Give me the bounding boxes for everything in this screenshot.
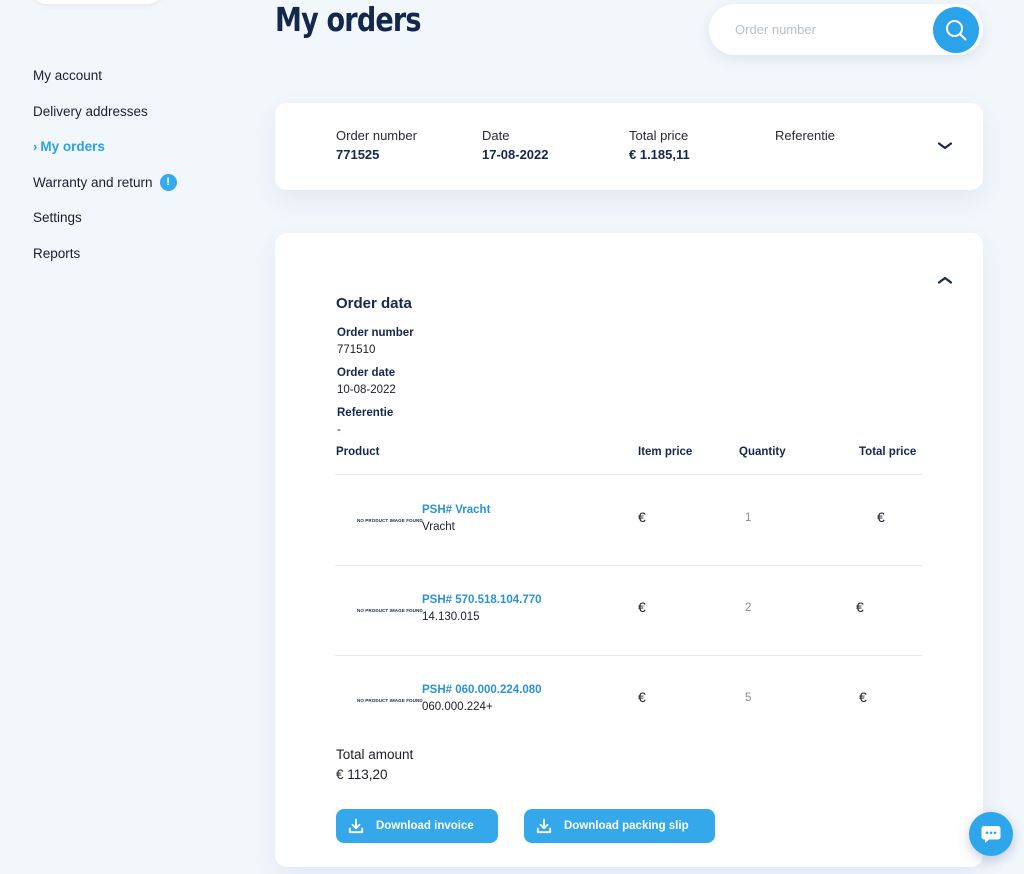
chevron-down-icon[interactable] xyxy=(937,141,953,151)
order-number-value: 771525 xyxy=(336,147,380,162)
referentie-label: Referentie xyxy=(337,407,394,419)
referentie-value: - xyxy=(337,424,341,436)
order-number-search-input[interactable] xyxy=(735,18,925,40)
order-number-label: Order number xyxy=(336,128,417,143)
column-header-total-price: Total price xyxy=(859,446,917,458)
download-invoice-button[interactable]: Download invoice xyxy=(336,809,498,843)
order-number-value: 771510 xyxy=(337,344,376,356)
order-number-field: Order number 771510 xyxy=(337,327,414,356)
table-row: NO PRODUCT IMAGE FOUND PSH# 060.000.224.… xyxy=(335,656,922,746)
order-card-collapsed[interactable]: Order number 771525 Date 17-08-2022 Tota… xyxy=(275,103,983,190)
order-date-label: Order date xyxy=(337,367,396,379)
search-icon xyxy=(946,20,967,41)
product-image-placeholder: NO PRODUCT IMAGE FOUND xyxy=(357,608,423,613)
order-number-label: Order number xyxy=(337,327,414,339)
sidebar-item-settings[interactable]: Settings xyxy=(33,200,253,236)
total-amount-value: € 113,20 xyxy=(336,767,388,782)
row-total-price: € xyxy=(859,689,867,705)
chevron-up-icon[interactable] xyxy=(937,275,953,285)
order-data-title: Order data xyxy=(336,295,412,312)
search-button[interactable] xyxy=(933,7,979,53)
quantity: 5 xyxy=(745,692,752,704)
date-value: 17-08-2022 xyxy=(482,147,549,162)
referentie-column: Referentie xyxy=(775,128,835,147)
product-name-link[interactable]: PSH# Vracht xyxy=(422,504,490,516)
column-header-product: Product xyxy=(336,446,380,458)
table-row: NO PRODUCT IMAGE FOUND PSH# Vracht Vrach… xyxy=(335,475,922,565)
row-total-price: € xyxy=(877,509,885,525)
sidebar-item-reports[interactable]: Reports xyxy=(33,236,253,272)
warning-badge-icon: ! xyxy=(159,173,177,191)
order-date-field: Order date 10-08-2022 xyxy=(337,367,396,396)
product-subtitle: 060.000.224+ xyxy=(422,701,493,713)
order-card-expanded: Order data Order number 771510 Order dat… xyxy=(275,233,983,867)
column-header-quantity: Quantity xyxy=(739,446,786,458)
product-image-placeholder: NO PRODUCT IMAGE FOUND xyxy=(357,698,423,703)
sidebar-nav: My account Delivery addresses › My order… xyxy=(33,58,253,271)
product-image-placeholder: NO PRODUCT IMAGE FOUND xyxy=(357,518,423,523)
item-price: € xyxy=(638,599,646,615)
row-total-price: € xyxy=(856,599,864,615)
chevron-right-icon: › xyxy=(33,139,38,155)
sidebar-item-delivery-addresses[interactable]: Delivery addresses xyxy=(33,94,253,130)
sidebar-item-label: My orders xyxy=(40,139,105,155)
sidebar-item-label: Settings xyxy=(33,210,82,226)
logo[interactable] xyxy=(32,0,162,4)
sidebar-item-label: Delivery addresses xyxy=(33,103,148,119)
download-invoice-label: Download invoice xyxy=(376,820,474,832)
quantity: 1 xyxy=(745,512,752,524)
referentie-label: Referentie xyxy=(775,128,835,143)
item-price: € xyxy=(638,509,646,525)
order-search xyxy=(709,4,983,55)
item-price: € xyxy=(638,689,646,705)
product-name-link[interactable]: PSH# 060.000.224.080 xyxy=(422,684,542,696)
download-icon xyxy=(348,818,364,834)
product-name-link[interactable]: PSH# 570.518.104.770 xyxy=(422,594,542,606)
order-date-column: Date 17-08-2022 xyxy=(482,128,549,162)
referentie-field: Referentie - xyxy=(337,407,393,436)
chat-button[interactable] xyxy=(969,812,1013,856)
order-date-value: 10-08-2022 xyxy=(337,384,396,396)
product-subtitle: Vracht xyxy=(422,521,455,533)
sidebar-item-label: Warranty and return xyxy=(33,174,153,190)
sidebar-item-my-orders[interactable]: › My orders xyxy=(33,129,253,165)
total-price-column: Total price € 1.185,11 xyxy=(629,128,690,162)
page-title: My orders xyxy=(275,0,422,39)
date-label: Date xyxy=(482,128,510,143)
total-price-value: € 1.185,11 xyxy=(629,147,690,162)
order-number-column: Order number 771525 xyxy=(336,128,417,162)
column-header-item-price: Item price xyxy=(638,446,693,458)
chat-icon xyxy=(981,826,1001,843)
sidebar-item-warranty-and-return[interactable]: Warranty and return ! xyxy=(33,165,253,201)
download-packing-slip-button[interactable]: Download packing slip xyxy=(524,809,715,843)
total-price-label: Total price xyxy=(629,128,689,143)
sidebar-item-label: Reports xyxy=(33,245,81,261)
table-row: NO PRODUCT IMAGE FOUND PSH# 570.518.104.… xyxy=(335,566,922,656)
sidebar-item-my-account[interactable]: My account xyxy=(33,58,253,94)
sidebar-item-label: My account xyxy=(33,68,103,84)
quantity: 2 xyxy=(745,602,752,614)
download-icon xyxy=(536,818,552,834)
product-subtitle: 14.130.015 xyxy=(422,611,480,623)
total-amount-label: Total amount xyxy=(336,747,414,762)
download-packing-slip-label: Download packing slip xyxy=(564,820,689,832)
